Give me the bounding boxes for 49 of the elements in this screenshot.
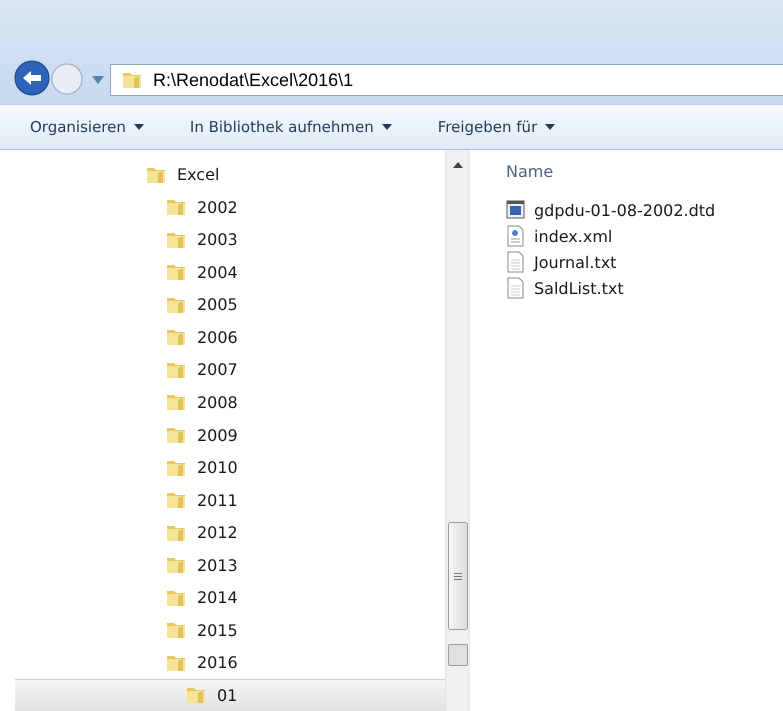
caret-icon	[382, 124, 392, 130]
file-item[interactable]: gdpdu-01-08-2002.dtd	[506, 197, 783, 223]
folder-icon	[165, 555, 187, 576]
tree-item[interactable]: 2002	[0, 190, 445, 224]
caret-icon	[545, 124, 556, 130]
folder-icon	[165, 620, 187, 640]
tree-item[interactable]: Excel	[0, 158, 445, 191]
scroll-up-icon[interactable]	[452, 162, 462, 168]
tree-item[interactable]: 2013	[0, 548, 445, 581]
tree-item[interactable]: 2004	[0, 256, 445, 288]
folder-icon	[185, 685, 207, 706]
folder-icon	[121, 70, 143, 90]
file-item[interactable]: index.xml	[506, 223, 783, 249]
tree-item[interactable]: 2016	[0, 646, 445, 678]
document-icon	[506, 199, 526, 221]
tree-item[interactable]: 2008	[0, 386, 445, 418]
caret-icon	[134, 124, 144, 130]
text-file-icon	[506, 277, 526, 299]
text-file-icon	[506, 251, 526, 273]
tree-item[interactable]: 2011	[0, 483, 445, 516]
tree-item[interactable]: 2005	[0, 288, 445, 321]
address-bar[interactable]: R:\Renodat\Excel\2016\1	[110, 64, 783, 96]
tree-item[interactable]: 01	[15, 678, 445, 711]
toolbar-button[interactable]: Freigeben für	[438, 118, 556, 136]
column-header[interactable]: Name	[506, 162, 783, 181]
tree-item[interactable]: 2009	[0, 418, 445, 451]
xml-file-icon	[506, 225, 526, 247]
history-dropdown-icon[interactable]	[92, 76, 104, 84]
tree-item[interactable]: 2010	[0, 450, 445, 484]
folder-icon	[165, 327, 187, 348]
file-item[interactable]: SaldList.txt	[506, 275, 783, 301]
scrollbar[interactable]	[445, 150, 469, 711]
tree-item[interactable]: 2014	[0, 580, 445, 614]
back-button[interactable]	[14, 60, 50, 96]
tree-item[interactable]: 2015	[0, 613, 445, 646]
file-item[interactable]: Journal.txt	[506, 249, 783, 275]
toolbar-button[interactable]: Organisieren	[30, 118, 144, 136]
scroll-thumb[interactable]	[448, 522, 468, 630]
folder-icon	[165, 262, 187, 282]
tree-item[interactable]: 2007	[0, 353, 445, 386]
folder-icon	[165, 197, 187, 218]
tree-item[interactable]: 2003	[0, 223, 445, 256]
grip-icon	[454, 572, 462, 580]
tree-item[interactable]: 2006	[0, 320, 445, 354]
folder-icon	[165, 490, 187, 510]
toolbar-button[interactable]: In Bibliothek aufnehmen	[190, 118, 392, 136]
folder-icon	[165, 392, 187, 412]
folder-icon	[165, 425, 187, 446]
tree-item[interactable]: 2012	[0, 516, 445, 548]
